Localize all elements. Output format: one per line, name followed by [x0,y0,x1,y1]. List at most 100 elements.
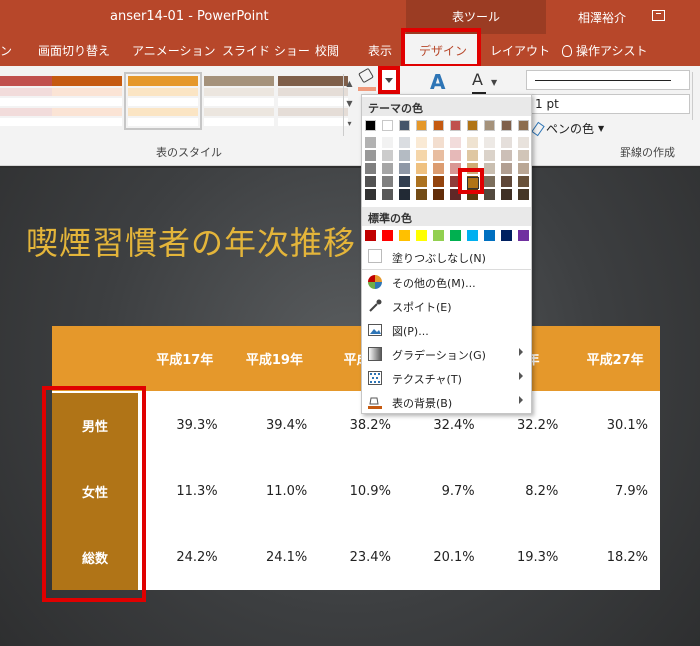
theme-color-shade-swatch[interactable] [416,150,427,161]
ribbon-side-tool[interactable] [692,72,700,120]
theme-color-shade-swatch[interactable] [501,189,512,200]
theme-color-shade-swatch[interactable] [365,137,376,148]
gallery-down-icon[interactable]: ▼ [344,94,355,114]
table-cell[interactable]: 23.4% [319,524,403,590]
table-header-cell[interactable]: 平成19年 [229,326,320,393]
theme-color-shade-swatch[interactable] [365,176,376,187]
theme-color-shade-swatch[interactable] [433,150,444,161]
theme-color-shade-swatch[interactable] [416,176,427,187]
table-cell[interactable]: 11.0% [230,458,320,524]
theme-color-shade-swatch[interactable] [518,137,529,148]
table-cell[interactable]: 19.3% [487,524,571,590]
theme-color-shade-swatch[interactable] [484,137,495,148]
line-style-select[interactable] [526,70,690,90]
theme-color-swatch[interactable] [484,120,495,131]
theme-color-shade-swatch[interactable] [450,150,461,161]
tab-animations[interactable]: アニメーション [132,42,216,59]
theme-color-shade-swatch[interactable] [484,163,495,174]
style-gallery-scroll[interactable]: ▲ ▼ ▾ [343,74,355,136]
table-style-thumb-4[interactable] [204,76,274,126]
theme-color-shade-swatch[interactable] [518,163,529,174]
theme-color-shade-swatch[interactable] [399,163,410,174]
theme-color-shade-swatch[interactable] [501,150,512,161]
font-color-chevron-icon[interactable]: ▼ [491,78,497,87]
theme-color-shade-swatch[interactable] [433,137,444,148]
table-style-thumb-5[interactable] [278,76,348,126]
gallery-up-icon[interactable]: ▲ [344,74,355,94]
table-cell[interactable]: 9.7% [403,458,487,524]
theme-color-shade-swatch[interactable] [433,189,444,200]
theme-color-swatch[interactable] [416,120,427,131]
selected-color-swatch[interactable] [458,168,484,194]
theme-color-shade-swatch[interactable] [501,137,512,148]
tab-partial[interactable]: ン [0,42,12,59]
standard-color-swatch[interactable] [416,230,427,241]
slide-title[interactable]: 喫煙習慣者の年次推移 [26,218,356,264]
theme-color-shade-swatch[interactable] [382,176,393,187]
shading-dropdown-button[interactable] [378,66,400,94]
theme-color-shade-swatch[interactable] [399,189,410,200]
standard-color-swatch[interactable] [518,230,529,241]
theme-color-shade-swatch[interactable] [484,176,495,187]
table-cell[interactable]: 39.3% [140,392,230,458]
standard-color-swatch[interactable] [399,230,410,241]
pen-color-button[interactable]: ペンの色 ▼ [531,120,604,137]
standard-color-swatch[interactable] [501,230,512,241]
standard-color-swatch[interactable] [433,230,444,241]
theme-color-shade-swatch[interactable] [365,189,376,200]
theme-color-shade-swatch[interactable] [433,163,444,174]
table-style-thumb-2[interactable] [52,76,122,126]
theme-color-shade-swatch[interactable] [382,189,393,200]
gallery-more-icon[interactable]: ▾ [344,114,355,134]
table-cell[interactable]: 30.1% [570,392,660,458]
theme-color-shade-swatch[interactable] [399,150,410,161]
table-cell[interactable]: 39.4% [230,392,320,458]
table-cell[interactable]: 18.2% [570,524,660,590]
table-header-cell[interactable]: 平成17年 [140,326,230,393]
table-header-cell[interactable]: 平成27年 [570,326,660,393]
texture-item[interactable]: テクスチャ(T) [362,367,531,389]
tab-transitions[interactable]: 画面切り替え [38,42,110,59]
font-color-icon[interactable]: A [472,70,486,96]
theme-color-shade-swatch[interactable] [484,189,495,200]
standard-color-swatch[interactable] [382,230,393,241]
theme-color-shade-swatch[interactable] [416,163,427,174]
theme-color-shade-swatch[interactable] [450,137,461,148]
table-cell[interactable]: 10.9% [319,458,403,524]
table-style-thumb-3[interactable] [124,72,202,130]
theme-color-shade-swatch[interactable] [382,163,393,174]
table-cell[interactable]: 8.2% [487,458,571,524]
theme-color-shade-swatch[interactable] [484,150,495,161]
theme-color-shade-swatch[interactable] [365,163,376,174]
table-cell[interactable]: 24.1% [230,524,320,590]
picture-item[interactable]: 図(P)... [362,319,531,341]
theme-color-swatch[interactable] [467,120,478,131]
eyedropper-item[interactable]: スポイト(E) [362,295,531,317]
table-cell[interactable]: 20.1% [403,524,487,590]
theme-color-swatch[interactable] [399,120,410,131]
theme-color-swatch[interactable] [433,120,444,131]
standard-color-swatch[interactable] [484,230,495,241]
theme-color-shade-swatch[interactable] [518,150,529,161]
tab-view[interactable]: 表示 [368,42,392,59]
more-colors-item[interactable]: その他の色(M)... [362,271,531,293]
tell-me-box[interactable]: 操作アシスト [562,42,648,59]
no-fill-item[interactable]: 塗りつぶしなし(N) [362,246,531,268]
theme-color-swatch[interactable] [382,120,393,131]
theme-color-shade-swatch[interactable] [416,189,427,200]
table-background-item[interactable]: 表の背景(B) [362,391,531,413]
theme-color-shade-swatch[interactable] [416,137,427,148]
theme-color-shade-swatch[interactable] [399,176,410,187]
standard-color-swatch[interactable] [365,230,376,241]
standard-color-swatch[interactable] [467,230,478,241]
theme-color-shade-swatch[interactable] [518,189,529,200]
tab-review[interactable]: 校閲 [315,42,339,59]
ribbon-display-options-icon[interactable] [652,10,665,21]
table-header-cell[interactable] [52,326,140,393]
theme-color-shade-swatch[interactable] [467,150,478,161]
table-cell[interactable]: 7.9% [570,458,660,524]
table-cell[interactable]: 11.3% [140,458,230,524]
theme-color-swatch[interactable] [501,120,512,131]
theme-color-swatch[interactable] [365,120,376,131]
theme-color-swatch[interactable] [518,120,529,131]
